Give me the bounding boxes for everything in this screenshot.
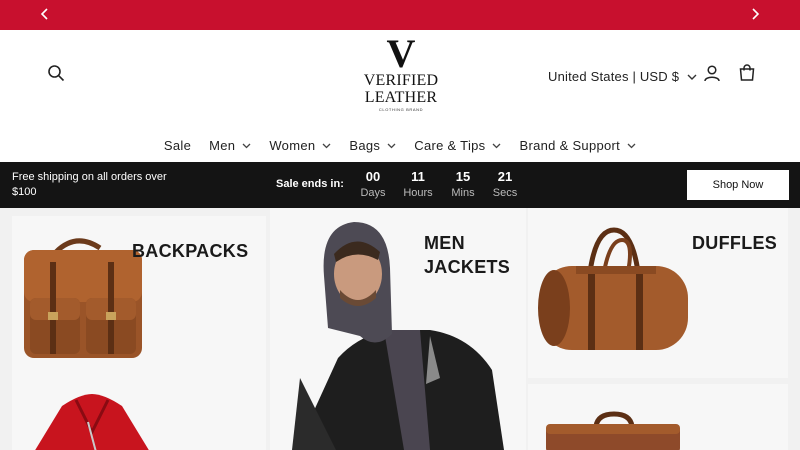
shop-now-button[interactable]: Shop Now bbox=[687, 170, 789, 200]
category-title-men-jackets-line-1: MEN bbox=[424, 233, 465, 253]
announcement-bar bbox=[0, 0, 800, 30]
chevron-right-icon bbox=[750, 7, 760, 23]
cart-icon bbox=[738, 63, 756, 87]
countdown-unit: Days bbox=[360, 187, 386, 199]
nav-item-label: Sale bbox=[163, 137, 192, 153]
countdown-days: 00 Days bbox=[355, 168, 391, 200]
category-title-men-jackets-line-2: JACKETS bbox=[424, 257, 511, 277]
nav-item-label: Brand & Support bbox=[519, 137, 621, 153]
nav-item-label: Women bbox=[269, 137, 316, 153]
category-title-duffles: DUFFLES bbox=[692, 233, 778, 253]
category-card-briefcases[interactable] bbox=[528, 384, 788, 450]
countdown-value: 21 bbox=[497, 169, 513, 184]
countdown-value: 11 bbox=[411, 169, 425, 184]
countdown-secs: 21 Secs bbox=[487, 168, 523, 200]
chevron-down-icon bbox=[492, 141, 501, 151]
duffle-bag-image bbox=[536, 222, 692, 363]
chevron-down-icon bbox=[387, 141, 396, 151]
category-card-backpacks[interactable]: BACKPACKS bbox=[12, 216, 266, 384]
nav-item-label: Care & Tips bbox=[414, 137, 486, 153]
countdown-value: 15 bbox=[455, 169, 471, 184]
chevron-down-icon bbox=[322, 141, 331, 151]
nav-item-bags[interactable]: Bags bbox=[340, 130, 405, 160]
nav-item-care-tips[interactable]: Care & Tips bbox=[405, 130, 510, 160]
countdown-unit: Hours bbox=[403, 187, 433, 199]
promo-bar: Free shipping on all orders over $100 Sa… bbox=[0, 162, 800, 208]
site-header: V VERIFIED LEATHER CLOTHING BRAND United… bbox=[0, 30, 800, 162]
announcement-next-button[interactable] bbox=[740, 0, 770, 30]
countdown-unit: Mins bbox=[451, 187, 475, 199]
chevron-down-icon bbox=[687, 69, 697, 84]
nav-item-label: Bags bbox=[349, 137, 381, 153]
category-card-women-jackets[interactable] bbox=[12, 384, 266, 450]
search-button[interactable] bbox=[42, 60, 70, 90]
cart-button[interactable] bbox=[733, 60, 761, 90]
nav-item-label: Men bbox=[209, 137, 236, 153]
account-icon bbox=[703, 64, 721, 87]
backpack-image bbox=[16, 226, 146, 371]
countdown-mins: 15 Mins bbox=[445, 168, 481, 200]
sale-ends-label: Sale ends in: bbox=[276, 178, 344, 190]
category-title-backpacks: BACKPACKS bbox=[132, 241, 249, 261]
logo-letter: V bbox=[386, 31, 416, 76]
nav-item-sale[interactable]: Sale bbox=[155, 130, 200, 160]
free-shipping-text: Free shipping on all orders over $100 bbox=[12, 171, 167, 198]
countdown-value: 00 bbox=[365, 169, 381, 184]
announcement-prev-button[interactable] bbox=[30, 0, 60, 30]
logo-line-2: LEATHER bbox=[364, 89, 438, 106]
chevron-down-icon bbox=[242, 141, 251, 151]
nav-item-men[interactable]: Men bbox=[200, 130, 260, 160]
red-jacket-image bbox=[22, 392, 162, 450]
category-card-duffles[interactable]: DUFFLES bbox=[528, 208, 788, 378]
logo-line-1: VERIFIED bbox=[363, 72, 439, 89]
site-logo[interactable]: V VERIFIED LEATHER CLOTHING BRAND bbox=[358, 31, 444, 116]
nav-item-brand-support[interactable]: Brand & Support bbox=[510, 130, 645, 160]
search-icon bbox=[47, 64, 65, 87]
countdown-unit: Secs bbox=[492, 187, 518, 199]
account-button[interactable] bbox=[698, 60, 726, 90]
logo-tagline: CLOTHING BRAND bbox=[378, 107, 424, 112]
men-jacket-model-image bbox=[280, 218, 510, 450]
locale-selector[interactable]: United States | USD $ bbox=[548, 66, 697, 86]
category-card-men-jackets[interactable]: MEN JACKETS bbox=[270, 208, 526, 450]
chevron-left-icon bbox=[40, 7, 50, 23]
main-nav: Sale Men Women Bags Care & Tips Brand & … bbox=[0, 130, 800, 160]
locale-label: United States | USD $ bbox=[548, 68, 680, 84]
category-grid: BACKPACKS MEN JACKETS DUFFLES bbox=[0, 208, 800, 450]
chevron-down-icon bbox=[627, 141, 636, 151]
nav-item-women[interactable]: Women bbox=[260, 130, 340, 160]
countdown-hours: 11 Hours bbox=[400, 168, 436, 200]
briefcase-image bbox=[544, 408, 684, 450]
